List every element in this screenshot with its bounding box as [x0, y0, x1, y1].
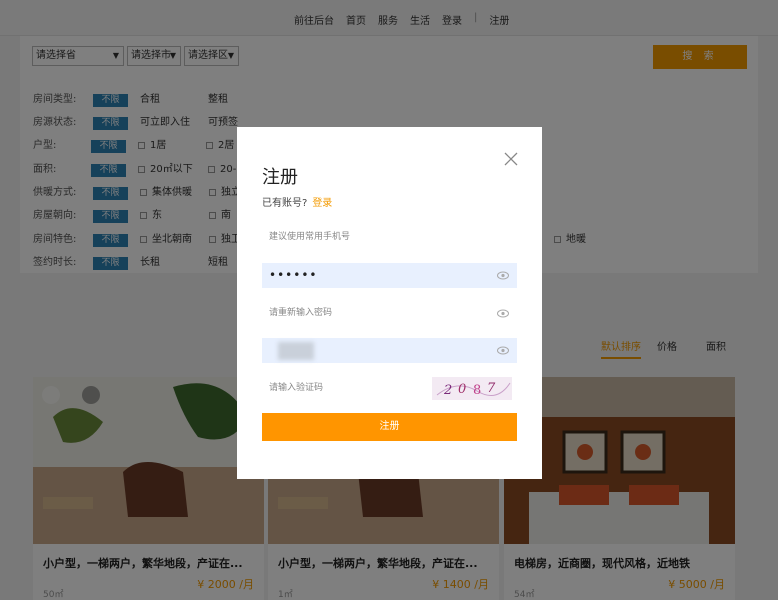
repeat-password-placeholder: 请重新输入密码: [269, 308, 333, 318]
login-prompt: 已有账号? 登录: [262, 194, 332, 209]
has-account-text: 已有账号?: [262, 198, 308, 209]
repeat-password-field[interactable]: 请重新输入密码: [262, 301, 517, 326]
svg-text:0: 0: [458, 382, 466, 397]
blurred-field[interactable]: [262, 338, 517, 363]
close-icon[interactable]: [503, 151, 519, 167]
phone-placeholder: 建议使用常用手机号: [269, 232, 351, 242]
register-submit-button[interactable]: 注册: [262, 413, 517, 441]
redacted-content: [278, 342, 314, 360]
eye-icon[interactable]: [497, 346, 509, 355]
svg-text:2: 2: [443, 383, 452, 398]
password-field[interactable]: ••••••: [262, 263, 517, 288]
captcha-placeholder: 请输入验证码: [269, 383, 324, 393]
svg-text:7: 7: [487, 381, 496, 396]
login-link[interactable]: 登录: [312, 198, 332, 209]
eye-icon[interactable]: [497, 309, 509, 318]
password-value: ••••••: [269, 268, 318, 282]
register-modal: 注册 已有账号? 登录 建议使用常用手机号 •••••• 请重新输入密码 请输入验…: [237, 127, 542, 479]
captcha-field[interactable]: 请输入验证码 2 0 8 7: [262, 376, 517, 401]
phone-field[interactable]: 建议使用常用手机号: [262, 225, 517, 250]
eye-icon[interactable]: [497, 271, 509, 280]
svg-text:8: 8: [473, 383, 481, 398]
modal-title: 注册: [262, 167, 298, 188]
captcha-image[interactable]: 2 0 8 7: [432, 377, 512, 400]
